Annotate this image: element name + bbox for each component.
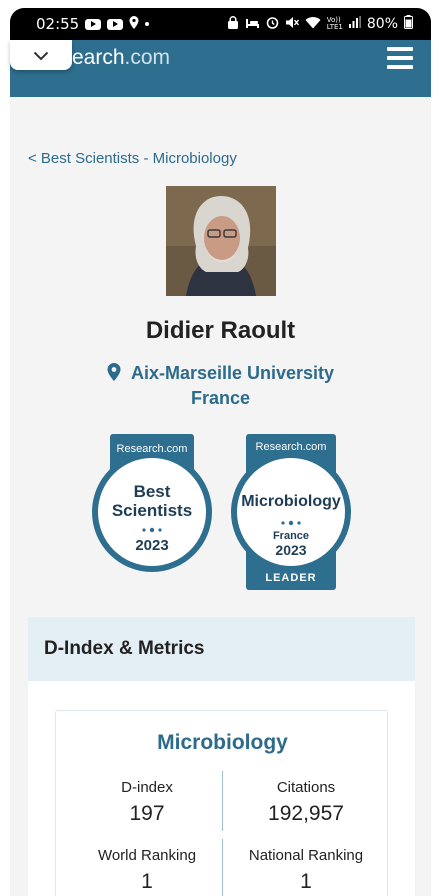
badge-line2: Scientists xyxy=(112,501,192,520)
location-pin-icon xyxy=(107,363,121,381)
lte-indicator: Vo)) LTE1 xyxy=(327,17,343,31)
badge-header: Research.com xyxy=(256,441,327,453)
badge-year: 2023 xyxy=(275,542,306,558)
metric-world-ranking: World Ranking 1 xyxy=(72,847,222,894)
scientist-name: Didier Raoult xyxy=(145,317,296,344)
site-logo[interactable]: earch.com xyxy=(72,46,170,70)
badge-year: 2023 xyxy=(135,537,168,554)
badge-ribbon: LEADER xyxy=(265,572,316,584)
alarm-icon xyxy=(266,16,279,33)
metric-d-index: D-index 197 xyxy=(72,779,222,826)
lock-icon xyxy=(227,15,239,33)
youtube-icon xyxy=(107,18,124,30)
bed-icon xyxy=(245,16,260,32)
profile-photo xyxy=(166,186,276,296)
status-bar: 02:55 Vo)) LTE1 80% xyxy=(10,8,431,40)
metric-value: 192,957 xyxy=(268,802,344,825)
metric-value: 197 xyxy=(129,802,165,825)
collapse-toolbar-button[interactable] xyxy=(10,40,72,70)
metric-label: National Ranking xyxy=(248,847,364,864)
country-link[interactable]: France xyxy=(191,388,250,408)
hamburger-line xyxy=(387,47,413,51)
phone-screen: 02:55 Vo)) LTE1 80% earch.com < Best Sci… xyxy=(0,0,439,896)
metric-value: 1 xyxy=(300,870,312,893)
badge-line1: Best xyxy=(134,482,171,501)
breadcrumb-link[interactable]: < Best Scientists - Microbiology xyxy=(28,150,237,167)
hamburger-line xyxy=(387,65,413,69)
metric-label: World Ranking xyxy=(97,847,197,864)
microbiology-leader-badge: Research.com Microbiology France 2023 LE… xyxy=(229,434,353,590)
metrics-card: D-Index & Metrics Microbiology D-index 1… xyxy=(28,617,415,896)
battery-percent: 80% xyxy=(366,16,398,32)
badge-line2: France xyxy=(273,530,309,542)
logo-text: earch xyxy=(72,46,125,69)
signal-icon xyxy=(348,16,361,32)
best-scientists-badge: Research.com Best Scientists 2023 xyxy=(90,434,214,574)
metric-label: Citations xyxy=(276,779,336,796)
hamburger-icon[interactable] xyxy=(387,47,413,69)
page-content: < Best Scientists - Microbiology Didier … xyxy=(10,97,431,896)
badge-header: Research.com xyxy=(117,443,188,455)
metric-citations: Citations 192,957 xyxy=(231,779,381,826)
wifi-icon xyxy=(305,16,321,33)
affiliation: Aix-Marseille University France xyxy=(10,361,431,411)
institution-link[interactable]: Aix-Marseille University xyxy=(131,363,334,383)
metric-divider xyxy=(222,839,223,896)
metric-label: D-index xyxy=(121,779,173,796)
status-time: 02:55 xyxy=(36,15,80,33)
mute-icon xyxy=(285,16,299,33)
location-icon xyxy=(129,15,139,33)
lte-label: LTE1 xyxy=(326,23,343,31)
battery-icon xyxy=(404,15,413,33)
site-header: earch.com xyxy=(10,40,431,97)
field-metrics-card: Microbiology D-index 197 Citations 192,9… xyxy=(55,710,388,896)
notification-dot-icon xyxy=(145,22,150,26)
field-name[interactable]: Microbiology xyxy=(56,731,389,755)
metrics-section-title: D-Index & Metrics xyxy=(28,617,415,681)
chevron-down-icon xyxy=(33,46,49,65)
badge-line1: Microbiology xyxy=(241,493,341,510)
youtube-icon xyxy=(85,18,102,30)
hamburger-line xyxy=(387,56,413,60)
metric-value: 1 xyxy=(141,870,153,893)
logo-tld: .com xyxy=(124,46,171,69)
metric-divider xyxy=(222,771,223,831)
metric-national-ranking: National Ranking 1 xyxy=(231,847,381,894)
